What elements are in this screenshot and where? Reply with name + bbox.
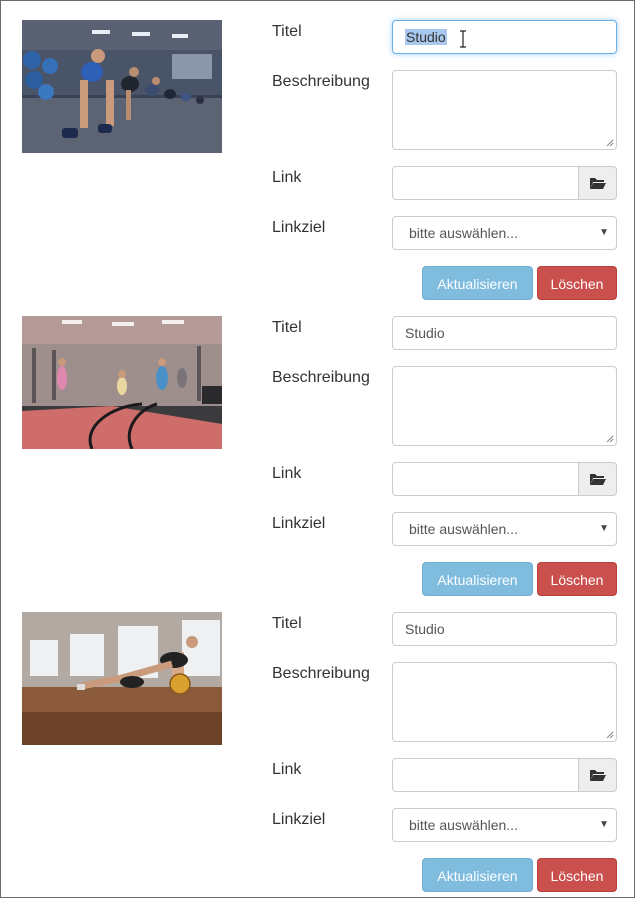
- gallery-item-1: Titel Studio Beschreibung Link Linkziel …: [0, 17, 635, 313]
- title-label: Titel: [272, 615, 302, 632]
- target-label: Linkziel: [272, 515, 326, 532]
- description-textarea[interactable]: [392, 70, 617, 150]
- update-button[interactable]: Aktualisieren: [422, 562, 533, 596]
- target-select-value: bitte auswählen...: [409, 817, 518, 833]
- folder-open-icon: [589, 474, 606, 485]
- link-input[interactable]: [392, 166, 579, 200]
- folder-open-icon: [589, 178, 606, 189]
- select-caret-icon: ▼: [599, 523, 609, 534]
- browse-link-button[interactable]: [578, 462, 617, 496]
- gym-medicine-ball-photo[interactable]: [22, 612, 222, 745]
- update-button[interactable]: Aktualisieren: [422, 266, 533, 300]
- link-input[interactable]: [392, 462, 579, 496]
- description-label: Beschreibung: [272, 665, 370, 682]
- title-input[interactable]: Studio: [392, 316, 617, 350]
- delete-button[interactable]: Löschen: [537, 858, 617, 892]
- link-label: Link: [272, 465, 302, 482]
- link-input[interactable]: [392, 758, 579, 792]
- select-caret-icon: ▼: [599, 819, 609, 830]
- title-input[interactable]: Studio: [392, 20, 617, 54]
- target-select-value: bitte auswählen...: [409, 225, 518, 241]
- link-label: Link: [272, 761, 302, 778]
- link-label: Link: [272, 169, 302, 186]
- target-select-value: bitte auswählen...: [409, 521, 518, 537]
- title-label: Titel: [272, 23, 302, 40]
- text-cursor-icon: [460, 30, 466, 48]
- resize-grip-icon[interactable]: [605, 138, 614, 147]
- gym-battle-ropes-photo[interactable]: [22, 316, 222, 449]
- target-label: Linkziel: [272, 811, 326, 828]
- title-input[interactable]: Studio: [392, 612, 617, 646]
- description-label: Beschreibung: [272, 369, 370, 386]
- description-textarea[interactable]: [392, 662, 617, 742]
- update-button[interactable]: Aktualisieren: [422, 858, 533, 892]
- target-select[interactable]: bitte auswählen... ▼: [392, 216, 617, 250]
- gallery-item-2: Titel Studio Beschreibung Link Linkziel …: [0, 313, 635, 609]
- gallery-item-3: Titel Studio Beschreibung Link Linkziel …: [0, 609, 635, 905]
- description-textarea[interactable]: [392, 366, 617, 446]
- delete-button[interactable]: Löschen: [537, 562, 617, 596]
- resize-grip-icon[interactable]: [605, 434, 614, 443]
- select-caret-icon: ▼: [599, 227, 609, 238]
- folder-open-icon: [589, 770, 606, 781]
- browse-link-button[interactable]: [578, 758, 617, 792]
- title-input-selection: Studio: [405, 29, 447, 45]
- target-select[interactable]: bitte auswählen... ▼: [392, 512, 617, 546]
- target-label: Linkziel: [272, 219, 326, 236]
- target-select[interactable]: bitte auswählen... ▼: [392, 808, 617, 842]
- delete-button[interactable]: Löschen: [537, 266, 617, 300]
- gym-pushup-class-photo[interactable]: [22, 20, 222, 153]
- description-label: Beschreibung: [272, 73, 370, 90]
- browse-link-button[interactable]: [578, 166, 617, 200]
- title-label: Titel: [272, 319, 302, 336]
- resize-grip-icon[interactable]: [605, 730, 614, 739]
